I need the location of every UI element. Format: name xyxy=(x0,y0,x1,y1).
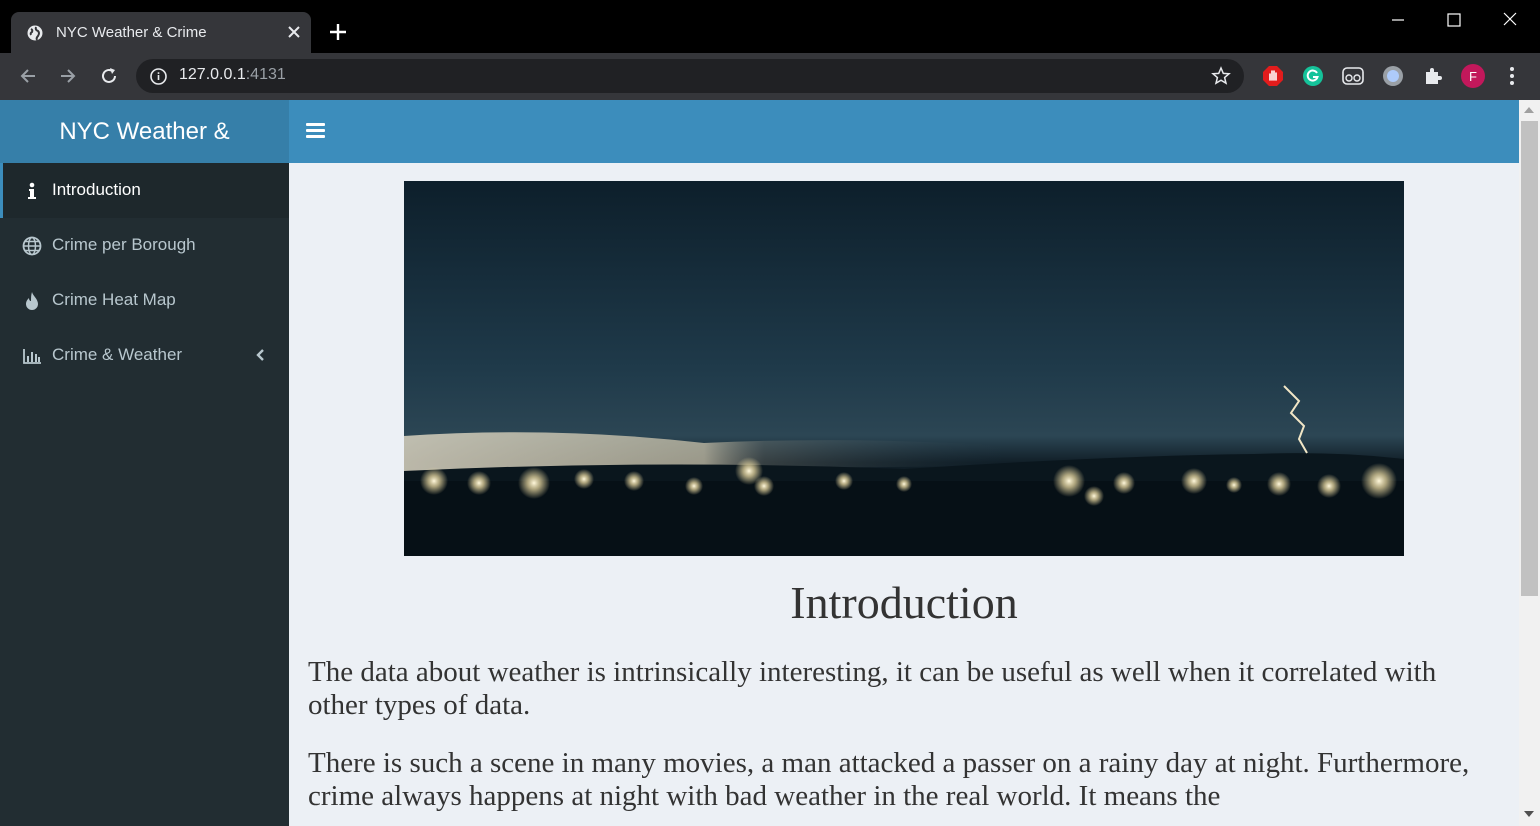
back-arrow-icon[interactable] xyxy=(17,65,39,87)
globe-favicon-icon xyxy=(27,25,43,41)
browser-tab[interactable]: NYC Weather & Crime xyxy=(11,12,311,53)
globe-icon xyxy=(22,236,42,256)
site-info-icon[interactable] xyxy=(150,68,167,85)
circle-extension-icon[interactable] xyxy=(1382,65,1404,87)
svg-text:F: F xyxy=(1469,69,1477,84)
sidebar-item-label: Crime & Weather xyxy=(52,345,183,364)
reload-icon[interactable] xyxy=(98,65,120,87)
browser-menu-icon[interactable] xyxy=(1501,65,1523,87)
scrollbar-thumb[interactable] xyxy=(1521,121,1538,596)
minimize-icon[interactable] xyxy=(1387,10,1409,30)
new-tab-icon[interactable] xyxy=(327,21,349,43)
maximize-icon[interactable] xyxy=(1443,10,1465,30)
bookmark-star-icon[interactable] xyxy=(1211,66,1231,86)
scroll-up-arrow-icon[interactable] xyxy=(1524,107,1534,113)
forward-arrow-icon[interactable] xyxy=(57,65,79,87)
sidebar-item-crime-weather[interactable]: Crime & Weather xyxy=(0,328,289,383)
fire-icon xyxy=(26,292,38,310)
page-viewport: NYC Weather & Introduction Crime per Bor… xyxy=(0,100,1540,826)
app-logo[interactable]: NYC Weather & xyxy=(0,100,289,163)
grammarly-extension-icon[interactable] xyxy=(1302,65,1324,87)
sidebar-item-crime-heat-map[interactable]: Crime Heat Map xyxy=(0,273,289,328)
page-scrollbar[interactable] xyxy=(1519,100,1540,826)
close-window-icon[interactable] xyxy=(1499,10,1521,30)
sidebar-item-label: Crime Heat Map xyxy=(52,290,176,309)
intro-paragraph: The data about weather is intrinsically … xyxy=(308,656,1437,721)
top-navbar xyxy=(289,100,1540,163)
tab-title: NYC Weather & Crime xyxy=(56,24,207,41)
sidebar-item-label: Introduction xyxy=(52,180,141,199)
sidebar-item-label: Crime per Borough xyxy=(52,235,196,254)
chevron-left-icon[interactable] xyxy=(254,347,266,363)
adblock-extension-icon[interactable] xyxy=(1262,65,1284,87)
sidebar-item-crime-per-borough[interactable]: Crime per Borough xyxy=(0,218,289,273)
page-title: Introduction xyxy=(790,577,1018,628)
puzzle-extensions-icon[interactable] xyxy=(1422,65,1444,87)
close-tab-icon[interactable] xyxy=(283,21,305,43)
url-text: 127.0.0.1:4131 xyxy=(179,66,286,83)
scroll-down-arrow-icon[interactable] xyxy=(1524,811,1534,817)
reader-extension-icon[interactable] xyxy=(1342,65,1364,87)
info-icon xyxy=(28,182,36,199)
sidebar-item-introduction[interactable]: Introduction xyxy=(0,163,289,218)
bar-chart-icon xyxy=(23,349,41,364)
address-bar[interactable]: 127.0.0.1:4131 xyxy=(136,59,1244,93)
hero-image-night-lightning xyxy=(404,181,1404,556)
profile-avatar-icon[interactable]: F xyxy=(1461,64,1485,88)
intro-paragraph: There is such a scene in many movies, a … xyxy=(308,747,1470,812)
hamburger-menu-icon[interactable] xyxy=(306,122,325,139)
browser-tab-strip: NYC Weather & Crime xyxy=(0,0,1540,53)
sidebar: NYC Weather & Introduction Crime per Bor… xyxy=(0,100,289,826)
main-content: Introduction The data about weather is i… xyxy=(289,163,1519,826)
